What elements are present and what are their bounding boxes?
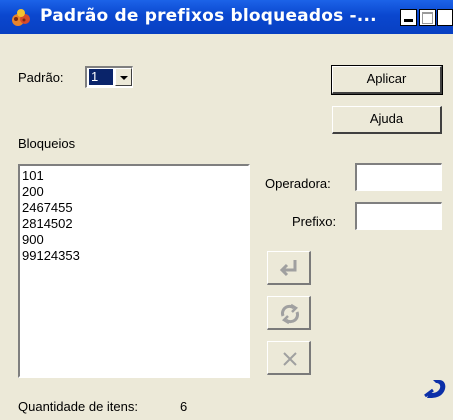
prefixo-input[interactable] (355, 202, 442, 230)
list-item[interactable]: 2814502 (22, 216, 248, 232)
minimize-button[interactable] (400, 9, 417, 26)
delete-x-icon (283, 352, 297, 366)
prefixo-label: Prefixo: (292, 214, 337, 229)
quantidade-label: Quantidade de itens: (18, 399, 138, 414)
replace-button[interactable] (267, 296, 311, 330)
bloqueios-label: Bloqueios (18, 136, 76, 151)
maximize-button[interactable] (419, 9, 436, 26)
list-item[interactable]: 2467455 (22, 200, 248, 216)
padrao-label: Padrão: (18, 70, 64, 85)
list-item[interactable]: 101 (22, 168, 248, 184)
padrao-selected-value: 1 (89, 69, 113, 85)
ajuda-button[interactable]: Ajuda (332, 106, 442, 134)
add-button[interactable] (267, 251, 311, 285)
window-title: Padrão de prefixos bloqueados -... (40, 6, 377, 26)
chevron-down-icon[interactable] (115, 68, 132, 86)
list-item[interactable]: 99124353 (22, 248, 248, 264)
close-button[interactable]: ✕ (437, 7, 453, 27)
brand-logo-icon (424, 380, 446, 398)
list-item[interactable]: 200 (22, 184, 248, 200)
padrao-select[interactable]: 1 (85, 66, 133, 88)
operadora-label: Operadora: (265, 176, 331, 191)
aplicar-button[interactable]: Aplicar (331, 65, 443, 95)
bloqueios-list[interactable]: 101 200 2467455 2814502 900 99124353 (18, 164, 250, 378)
refresh-icon (281, 303, 299, 325)
remove-button[interactable] (267, 341, 311, 375)
enter-arrow-icon (279, 260, 297, 277)
title-bar[interactable]: Padrão de prefixos bloqueados -... ✕ (0, 0, 453, 34)
close-icon: ✕ (439, 7, 453, 27)
quantidade-value: 6 (180, 399, 188, 414)
operadora-input[interactable] (355, 163, 442, 191)
list-item[interactable]: 900 (22, 232, 248, 248)
app-icon (12, 9, 30, 26)
